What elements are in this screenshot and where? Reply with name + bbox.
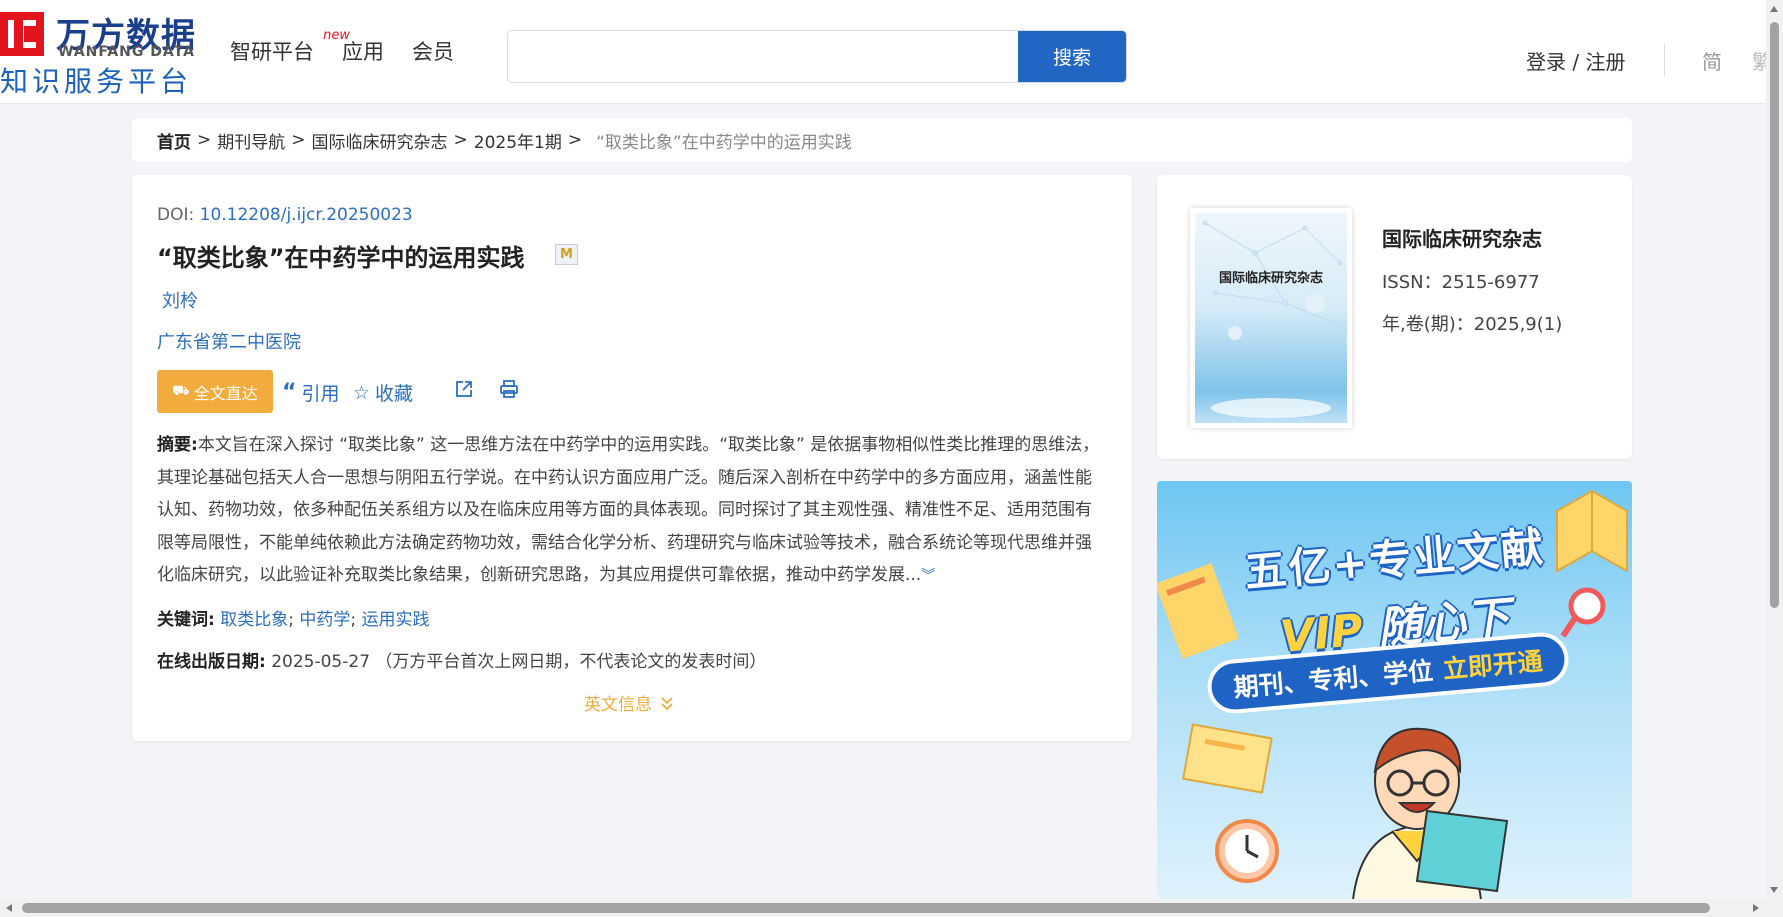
breadcrumb-separator: > [453,130,468,150]
cite-label: 引用 [301,383,340,405]
breadcrumb-separator: > [567,130,583,150]
keywords-label: 关键词: [157,610,215,630]
print-button[interactable] [499,379,519,399]
nav-item-apps[interactable]: 应用 [342,36,384,66]
scroll-down-arrow-icon[interactable] [1770,887,1778,893]
nav-item-label: 会员 [412,40,454,64]
ad-pill-right: 立即开通 [1441,646,1544,685]
quote-icon: “ [282,379,297,405]
breadcrumb-separator: > [291,130,306,150]
ad-pill-left: 期刊、专利、学位 [1232,656,1435,703]
wanfang-logo[interactable]: 万方数据 WANFANG DATA 知识服务平台 [0,8,195,98]
keywords-line: 关键词: 取类比象; 中药学; 运用实践 [157,610,430,630]
nav-item-zhiyan[interactable]: 智研平台 new [230,28,350,66]
fulltext-label: 全文直达 [193,383,258,403]
breadcrumb-separator: > [197,130,212,150]
main-nav: 智研平台 new 应用 会员 [230,28,454,66]
nav-item-label: 应用 [342,40,384,64]
abstract-label: 摘要: [157,435,198,455]
nav-item-label: 智研平台 [230,40,314,64]
breadcrumb-home[interactable]: 首页 [157,128,191,153]
journal-volume: 年,卷(期)：2025,9(1) [1382,314,1563,335]
abstract-text: 本文旨在深入探讨 “取类比象” 这一思维方法在中药学中的运用实践。“取类比象” … [157,435,1100,586]
header-divider [1664,44,1665,76]
star-icon: ☆ [353,381,371,404]
lang-traditional-button[interactable]: 繁 [1752,46,1766,75]
cover-network-graphic [1202,220,1343,418]
logo-subtitle: 知识服务平台 [0,65,193,98]
doi-label: DOI: [157,205,195,225]
article-title: “取类比象”在中药学中的运用实践 [157,244,525,272]
logo-en-text: WANFANG DATA [58,44,195,60]
book-stack-illustration [1182,723,1273,794]
alarm-clock-illustration [1215,819,1279,883]
favorite-button[interactable]: ☆ 收藏 [353,379,413,406]
laptop-illustration [1415,809,1509,893]
share-icon [456,381,472,397]
keyword-link[interactable]: 中药学 [299,610,350,630]
search-box: 搜索 [507,30,1127,83]
lang-simplified-button[interactable]: 简 [1702,46,1722,75]
search-input[interactable] [508,31,1020,82]
cover-image: 国际临床研究杂志 [1195,213,1347,423]
journal-card: 国际临床研究杂志 国际临床研究杂志 ISSN：2515-6977 年,卷(期)：… [1157,175,1632,459]
breadcrumb-journal[interactable]: 国际临床研究杂志 [312,128,448,153]
journal-issn: ISSN：2515-6977 [1382,272,1540,293]
abstract: 摘要:本文旨在深入探讨 “取类比象” 这一思维方法在中药学中的运用实践。“取类比… [157,429,1107,593]
pubdate-value: 2025-05-27 [271,652,371,672]
pubdate-note: （万方平台首次上网日期，不代表论文的发表时间） [375,652,767,672]
vertical-scrollbar[interactable] [1766,0,1783,899]
truck-icon: ⛟ [172,382,190,399]
logo-mark-icon [0,12,44,56]
top-header: 万方数据 WANFANG DATA 知识服务平台 智研平台 new 应用 会员 … [0,0,1766,104]
search-button[interactable]: 搜索 [1018,31,1126,82]
horizontal-scrollbar[interactable] [0,899,1783,917]
author-link[interactable]: 刘柃 [162,287,198,313]
doi-link[interactable]: 10.12208/j.ijcr.20250023 [200,205,413,225]
nav-item-membership[interactable]: 会员 [412,36,454,66]
breadcrumb-journal-nav[interactable]: 期刊导航 [217,128,285,153]
login-register-link[interactable]: 登录 / 注册 [1526,46,1625,75]
english-info-toggle[interactable]: 英文信息 [584,690,674,715]
chevron-double-down-icon[interactable]: ︾ [921,568,935,584]
chevron-double-down-icon [661,696,673,710]
article-card: DOI: 10.12208/j.ijcr.20250023 “取类比象”在中药学… [132,175,1132,741]
fulltext-button[interactable]: ⛟ 全文直达 [157,370,273,413]
breadcrumb-issue[interactable]: 2025年1期 [474,128,562,153]
keyword-link[interactable]: 取类比象 [220,610,288,630]
mendeley-icon[interactable]: M [555,244,578,265]
pubdate-label: 在线出版日期: [157,652,266,672]
horizontal-scroll-thumb[interactable] [22,903,1710,913]
journal-name-link[interactable]: 国际临床研究杂志 [1382,223,1542,252]
favorite-label: 收藏 [375,383,414,405]
scroll-up-arrow-icon[interactable] [1770,6,1778,12]
printer-icon [500,380,518,398]
share-button[interactable] [454,379,474,399]
vip-ad-banner[interactable]: 五亿+专业文献 VIP 随心下 期刊、专利、学位 立即开通 [1157,481,1632,899]
cover-title: 国际临床研究杂志 [1218,271,1323,286]
scroll-right-arrow-icon[interactable] [1753,904,1759,912]
english-info-label: 英文信息 [584,695,652,715]
organization-link[interactable]: 广东省第二中医院 [157,328,301,354]
cite-button[interactable]: “ 引用 [282,379,339,406]
journal-cover[interactable]: 国际临床研究杂志 [1190,208,1352,428]
doi-line: DOI: 10.12208/j.ijcr.20250023 [157,205,413,225]
keyword-link[interactable]: 运用实践 [362,610,430,630]
scroll-left-arrow-icon[interactable] [6,904,12,912]
breadcrumb-current: “取类比象”在中药学中的运用实践 [596,132,852,153]
vertical-scroll-thumb[interactable] [1770,22,1779,608]
pubdate-line: 在线出版日期: 2025-05-27 （万方平台首次上网日期，不代表论文的发表时… [157,647,766,672]
breadcrumb: 首页 > 期刊导航 > 国际临床研究杂志 > 2025年1期 > “取类比象”在… [132,118,1632,162]
